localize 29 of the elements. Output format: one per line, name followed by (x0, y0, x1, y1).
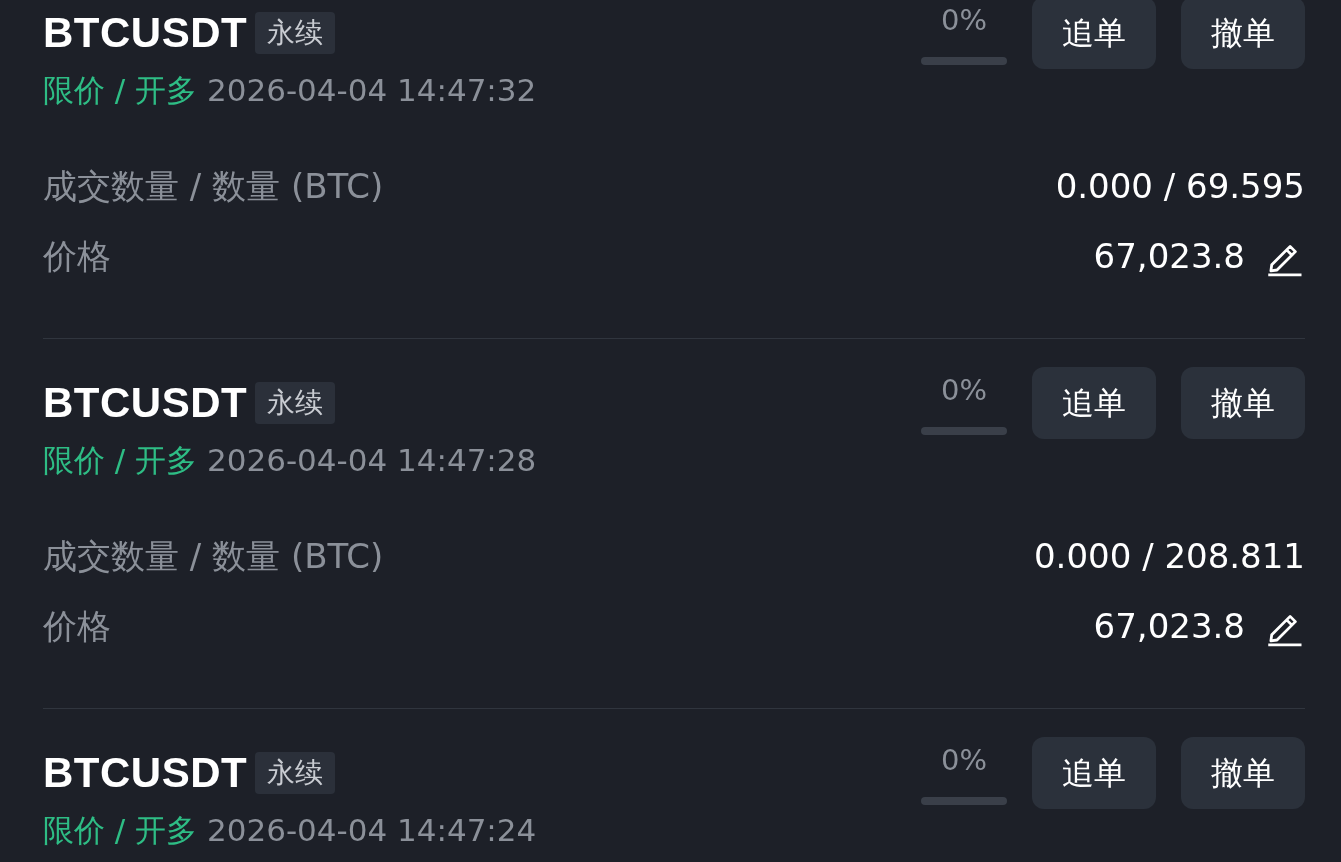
symbol-title: BTCUSDT (43, 12, 248, 54)
field-value: 67,023.8 (1093, 604, 1245, 648)
fill-percent: 0% (941, 3, 987, 38)
action-button[interactable]: 撤单 (1181, 367, 1305, 439)
order-type: 限价 / 开多 (43, 442, 198, 478)
action-button[interactable]: 撤单 (1181, 737, 1305, 809)
field-label: 价格 (43, 234, 111, 278)
symbol-title: BTCUSDT (43, 752, 248, 794)
contract-tag: 永续 (255, 382, 336, 424)
symbol-title: BTCUSDT (43, 382, 248, 424)
contract-tag: 永续 (255, 752, 336, 794)
field-label: 成交数量 / 数量 (BTC) (43, 534, 384, 578)
action-button[interactable]: 追单 (1032, 737, 1156, 809)
field-value: 0.000 / 69.595 (1055, 164, 1305, 208)
contract-tag: 永续 (255, 12, 336, 54)
order-type: 限价 / 开多 (43, 812, 198, 848)
action-button[interactable]: 追单 (1032, 0, 1156, 69)
order-time: 2026-04-04 14:47:24 (207, 812, 537, 848)
field-label: 价格 (43, 604, 111, 648)
order-type: 限价 / 开多 (43, 72, 198, 108)
action-button[interactable]: 撤单 (1181, 0, 1305, 69)
field-label: 成交数量 / 数量 (BTC) (43, 164, 384, 208)
order-time: 2026-04-04 14:47:28 (207, 442, 537, 478)
field-value: 67,023.8 (1093, 234, 1245, 278)
order-time: 2026-04-04 14:47:32 (207, 72, 537, 108)
fill-percent: 0% (941, 373, 987, 408)
field-value: 0.000 / 208.811 (1034, 534, 1305, 578)
fill-percent: 0% (941, 743, 987, 778)
action-button[interactable]: 追单 (1032, 367, 1156, 439)
